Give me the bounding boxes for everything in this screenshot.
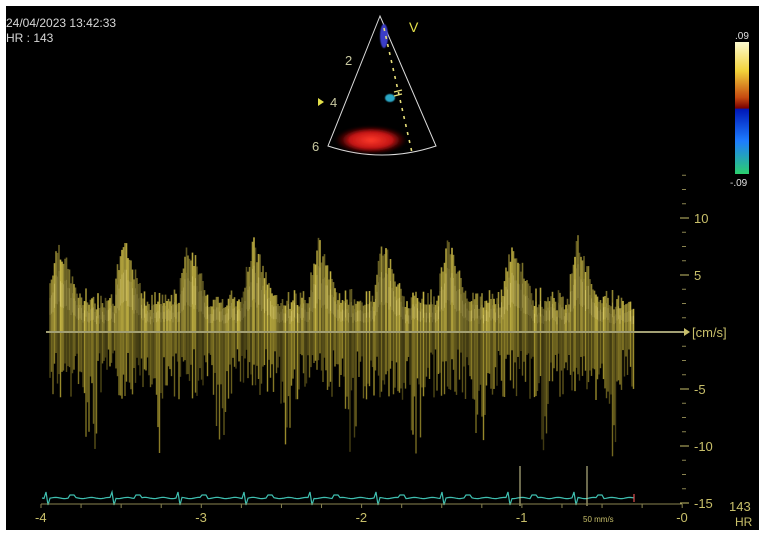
ultrasound-screen: 24/04/2023 13:42:33 HR : 143 V 2 4 6 .09… <box>6 6 759 530</box>
color-flow-region <box>335 126 407 154</box>
depth-label-4: 4 <box>330 95 337 110</box>
color-flow-blue <box>380 24 388 48</box>
color-scale-bottom-label: -.09 <box>730 178 748 189</box>
doppler-spectrum <box>49 235 635 457</box>
color-flow-blue-2 <box>385 94 395 102</box>
velocity-tick-label: -10 <box>694 439 713 454</box>
depth-label-2: 2 <box>345 53 352 68</box>
focus-marker-icon <box>318 98 324 106</box>
velocity-tick-label: 5 <box>694 268 701 283</box>
time-tick-label: -4 <box>35 510 47 525</box>
hr-value: 143 <box>729 499 751 514</box>
velocity-tick-label: -15 <box>694 496 713 511</box>
velocity-unit-label: [cm/s] <box>692 325 727 340</box>
sector-image: V 2 4 6 <box>312 14 437 156</box>
hr-label: HR <box>735 515 753 529</box>
baseline-marker-icon <box>684 328 690 336</box>
color-scale: .09 -.09 <box>730 31 749 189</box>
time-tick-label: -2 <box>356 510 368 525</box>
ecg-line <box>41 489 635 506</box>
color-scale-bar <box>735 42 749 174</box>
depth-label-6: 6 <box>312 139 319 154</box>
velocity-tick-label: -5 <box>694 382 706 397</box>
color-scale-top-label: .09 <box>735 31 749 42</box>
sector-orientation-label: V <box>409 19 419 35</box>
doppler-display: V 2 4 6 .09 -.09 [cm/s] 10 5 -5 -10 -15 50 m… <box>35 14 753 529</box>
time-tick-label: -3 <box>195 510 207 525</box>
time-tick-label: -1 <box>516 510 528 525</box>
sweep-speed-label: 50 mm/s <box>583 515 614 524</box>
time-tick-label: -0 <box>676 510 688 525</box>
ecg-trace <box>41 466 635 506</box>
time-axis: 50 mm/s -4 -3 -2 -1 -0 <box>35 503 688 525</box>
velocity-scale: [cm/s] 10 5 -5 -10 -15 <box>680 174 727 511</box>
velocity-tick-label: 10 <box>694 211 708 226</box>
